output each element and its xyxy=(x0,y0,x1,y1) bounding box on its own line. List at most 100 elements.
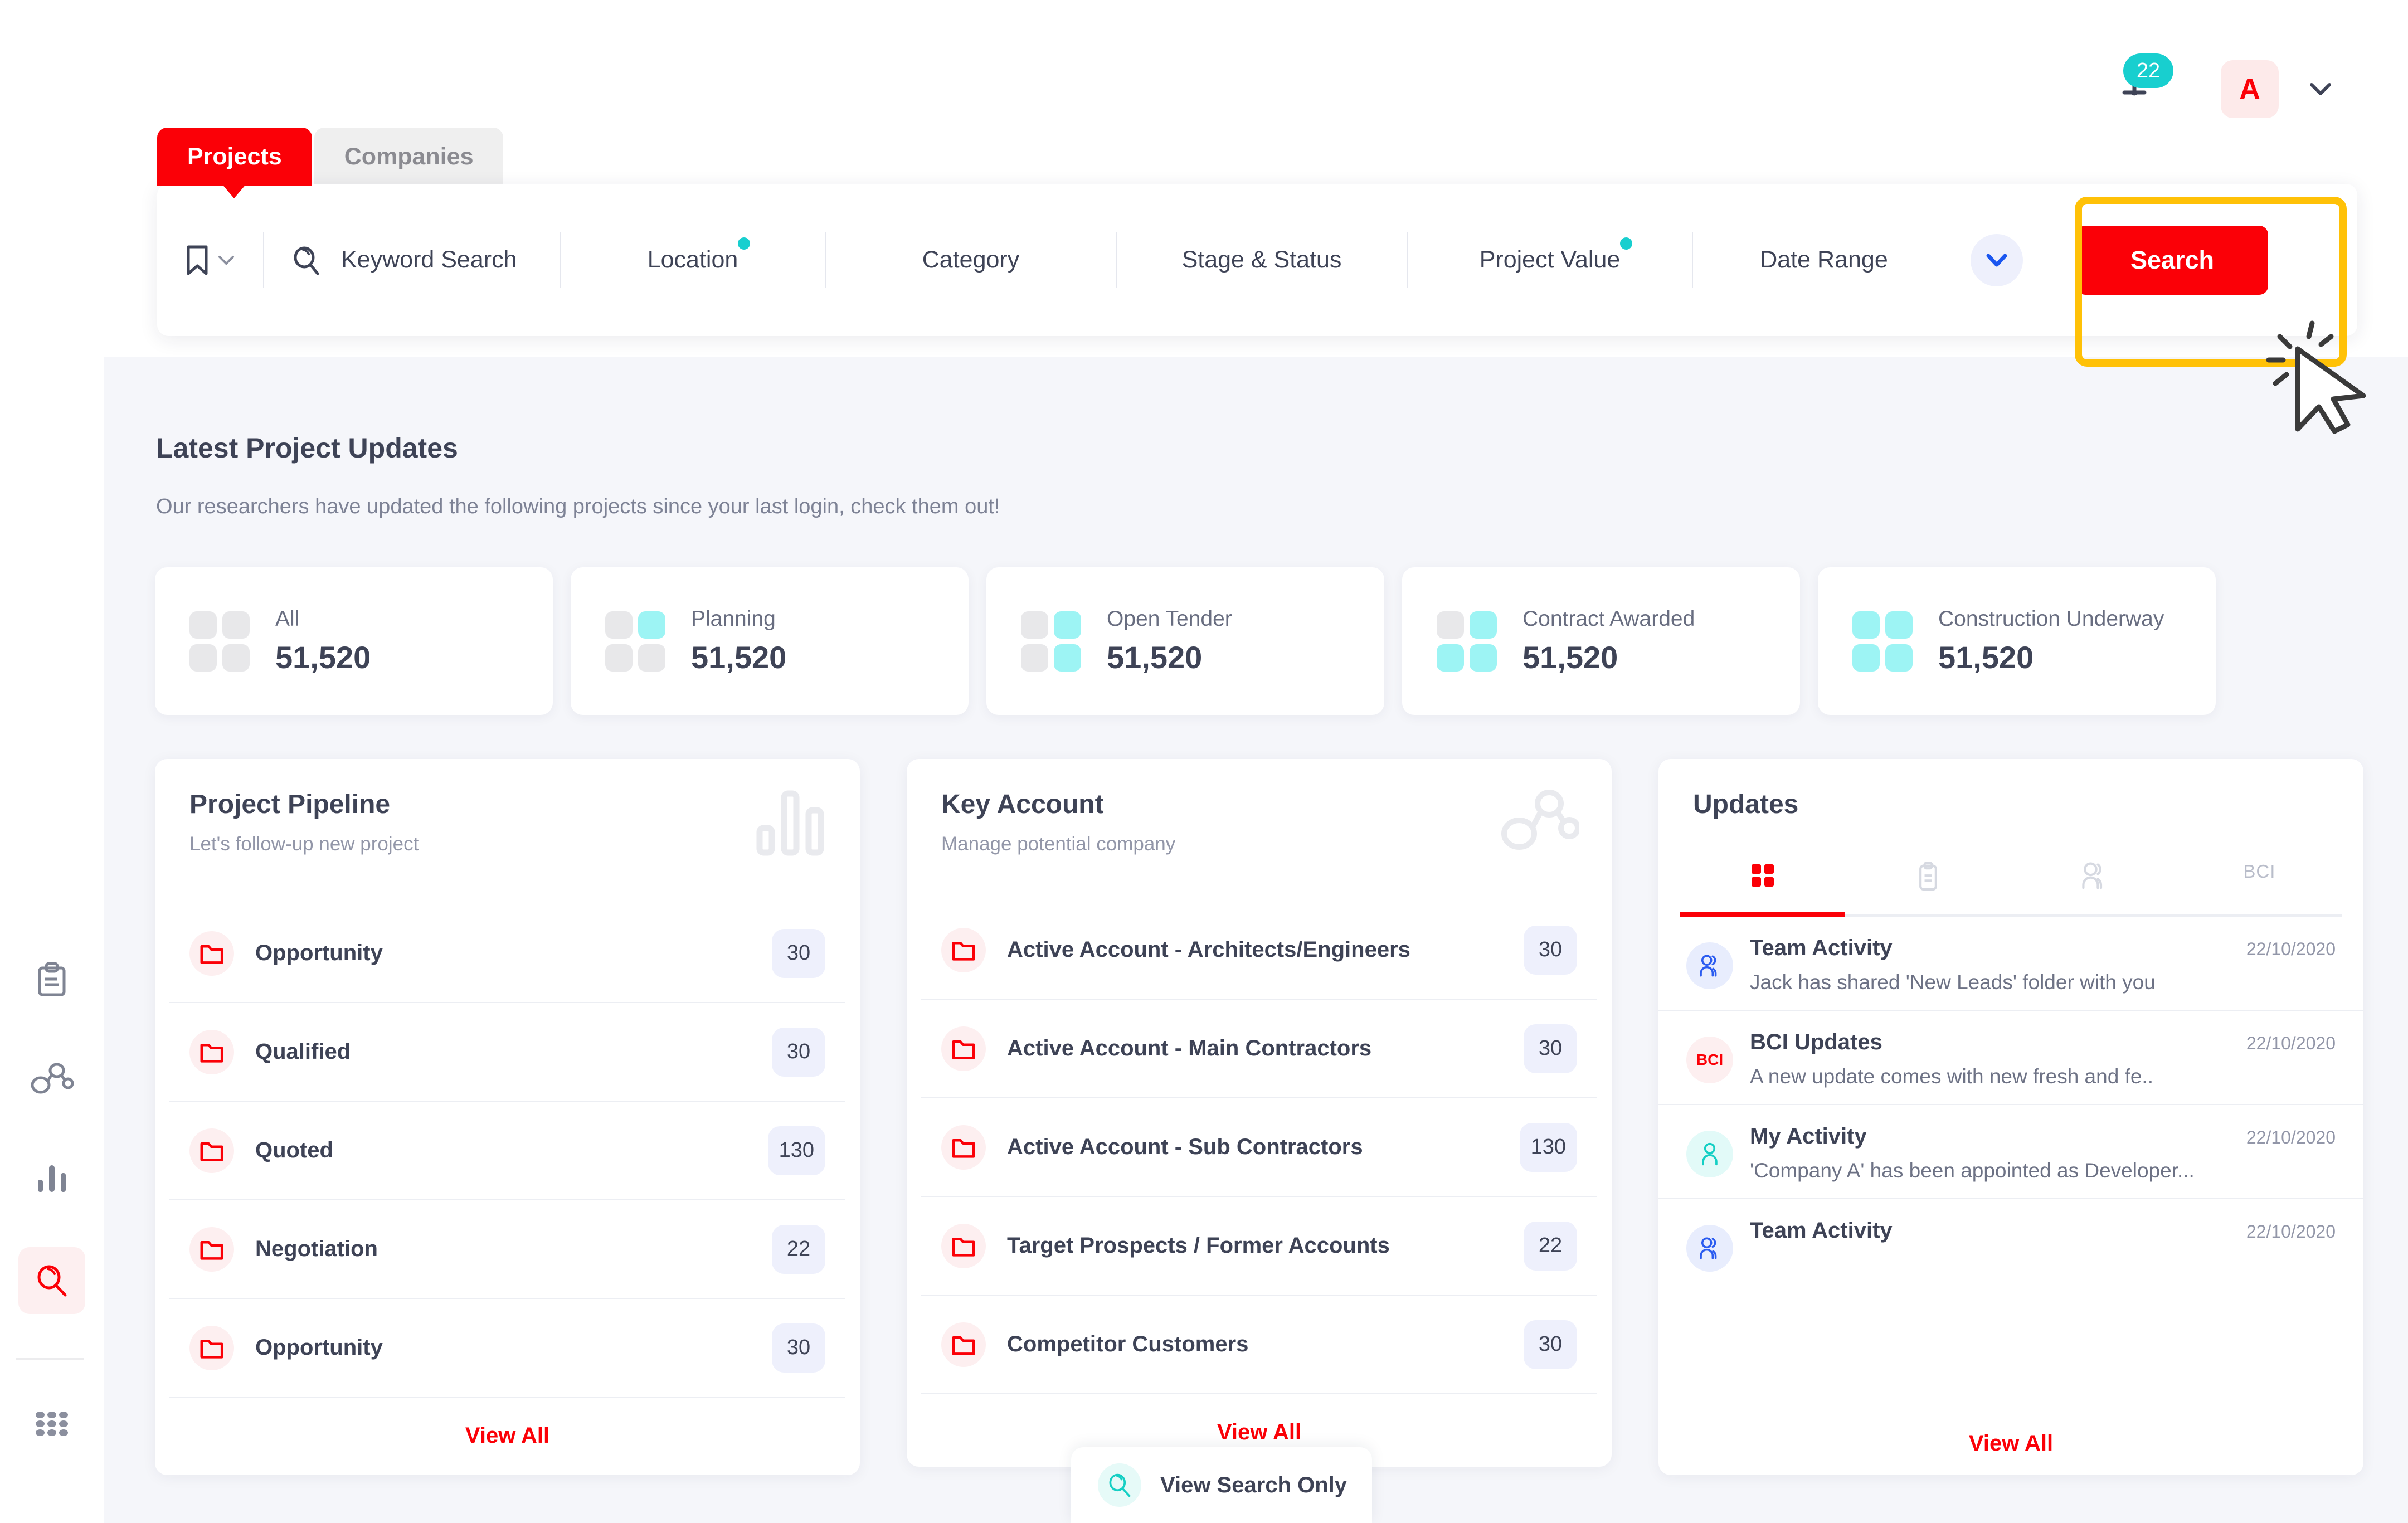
stat-card-contract-awarded[interactable]: Contract Awarded 51,520 xyxy=(1402,567,1800,715)
quad-grid-icon xyxy=(1852,611,1913,672)
pipeline-item-label: Opportunity xyxy=(255,1335,383,1360)
pipeline-view-all-link[interactable]: View All xyxy=(155,1423,860,1448)
list-item[interactable]: My Activity 22/10/2020 'Company A' has b… xyxy=(1658,1105,2363,1199)
tab-all-updates[interactable] xyxy=(1680,857,1846,917)
card-title: Updates xyxy=(1693,790,1799,819)
table-row[interactable]: Active Account - Main Contractors 30 xyxy=(921,1000,1597,1098)
stat-value: 51,520 xyxy=(1938,640,2034,675)
people-icon xyxy=(1686,942,1733,989)
quad-grid-icon xyxy=(1021,611,1081,672)
pipeline-item-count: 22 xyxy=(772,1224,825,1274)
card-title: Key Account xyxy=(941,790,1104,819)
sidebar-item-companies[interactable] xyxy=(18,1045,85,1112)
people-icon xyxy=(2082,862,2103,889)
updates-view-all-link[interactable]: View All xyxy=(1658,1431,2363,1456)
chevron-down-icon[interactable] xyxy=(2307,78,2334,100)
sidebar-item-search[interactable] xyxy=(18,1247,85,1314)
update-title: Team Activity xyxy=(1750,936,1893,960)
list-item[interactable]: BCI BCI Updates 22/10/2020 A new update … xyxy=(1658,1011,2363,1105)
saved-search-bookmark-button[interactable] xyxy=(157,184,263,336)
key-account-item-count: 30 xyxy=(1524,925,1577,975)
stat-card-all[interactable]: All 51,520 xyxy=(155,567,553,715)
pipeline-item-label: Qualified xyxy=(255,1039,351,1064)
keyword-search-field[interactable]: Keyword Search xyxy=(264,184,560,336)
updates-list: Team Activity 22/10/2020 Jack has shared… xyxy=(1658,917,2363,1287)
stat-value: 51,520 xyxy=(691,640,787,675)
key-account-item-count: 22 xyxy=(1524,1221,1577,1271)
active-filter-dot xyxy=(738,237,751,250)
network-nodes-icon xyxy=(1501,786,1580,861)
avatar[interactable]: A xyxy=(2221,60,2279,118)
pipeline-item-count: 30 xyxy=(772,928,825,978)
table-row[interactable]: Target Prospects / Former Accounts 22 xyxy=(921,1197,1597,1296)
quad-grid-icon xyxy=(1437,611,1497,672)
filter-stage-status[interactable]: Stage & Status xyxy=(1117,184,1407,336)
update-title: Team Activity xyxy=(1750,1218,1893,1243)
page-title: Latest Project Updates xyxy=(156,432,458,464)
sidebar-item-projects[interactable] xyxy=(18,947,85,1014)
folder-icon xyxy=(189,931,234,976)
search-button[interactable]: Search xyxy=(2076,225,2268,295)
people-icon xyxy=(1686,1225,1733,1272)
tab-team-updates[interactable] xyxy=(2011,857,2177,914)
folder-icon xyxy=(189,1128,234,1173)
main-tabs: Projects Companies xyxy=(157,128,504,186)
filter-project-value[interactable]: Project Value xyxy=(1408,184,1692,336)
update-desc: A new update comes with new fresh and fe… xyxy=(1750,1065,2153,1088)
stat-card-open-tender[interactable]: Open Tender 51,520 xyxy=(986,567,1384,715)
update-title: My Activity xyxy=(1750,1124,1867,1149)
view-search-only-button[interactable]: View Search Only xyxy=(1071,1447,1372,1523)
key-account-item-label: Active Account - Architects/Engineers xyxy=(1007,937,1410,962)
tab-projects[interactable]: Projects xyxy=(157,128,312,186)
stat-card-planning[interactable]: Planning 51,520 xyxy=(571,567,969,715)
bci-text-icon: BCI xyxy=(1686,1037,1733,1083)
network-nodes-icon xyxy=(31,1063,74,1094)
filter-location-label: Location xyxy=(647,246,738,273)
filter-category[interactable]: Category xyxy=(826,184,1116,336)
sidebar-item-apps[interactable] xyxy=(18,1390,85,1457)
bookmark-icon xyxy=(187,245,208,275)
table-row[interactable]: Qualified 30 xyxy=(169,1003,845,1102)
search-icon xyxy=(1098,1463,1141,1507)
table-row[interactable]: Negotiation 22 xyxy=(169,1200,845,1299)
app-root: 22 A Projects Companies Keyword Search L… xyxy=(0,0,2408,1523)
pipeline-item-count: 130 xyxy=(767,1126,825,1175)
tab-project-updates[interactable] xyxy=(1845,857,2011,914)
folder-icon xyxy=(941,927,986,972)
expand-filters-button[interactable] xyxy=(1955,184,2039,336)
table-row[interactable]: Opportunity 30 xyxy=(169,1299,845,1398)
stat-label: Construction Underway xyxy=(1938,607,2164,631)
table-row[interactable]: Competitor Customers 30 xyxy=(921,1296,1597,1394)
active-filter-dot xyxy=(1620,237,1633,250)
card-subtitle: Let's follow-up new project xyxy=(189,833,419,855)
bar-chart-icon xyxy=(755,786,828,861)
table-row[interactable]: Opportunity 30 xyxy=(169,904,845,1003)
tab-companies[interactable]: Companies xyxy=(314,128,504,186)
project-pipeline-card: Project Pipeline Let's follow-up new pro… xyxy=(155,759,860,1475)
table-row[interactable]: Active Account - Architects/Engineers 30 xyxy=(921,901,1597,1000)
sidebar-divider xyxy=(16,1358,84,1360)
folder-icon xyxy=(189,1029,234,1074)
update-desc: Jack has shared 'New Leads' folder with … xyxy=(1750,971,2156,994)
stat-card-construction-underway[interactable]: Construction Underway 51,520 xyxy=(1818,567,2216,715)
sidebar-item-analytics[interactable] xyxy=(18,1145,85,1212)
key-account-view-all-link[interactable]: View All xyxy=(907,1420,1612,1445)
view-search-only-label: View Search Only xyxy=(1160,1472,1347,1497)
bar-chart-icon xyxy=(38,1165,66,1192)
update-date: 22/10/2020 xyxy=(2246,1127,2336,1147)
list-item[interactable]: Team Activity 22/10/2020 xyxy=(1658,1199,2363,1287)
apps-grid-icon xyxy=(36,1412,68,1436)
table-row[interactable]: Quoted 130 xyxy=(169,1102,845,1200)
filter-date-range[interactable]: Date Range xyxy=(1693,184,1955,336)
key-account-card: Key Account Manage potential company Act… xyxy=(907,759,1612,1467)
table-row[interactable]: Active Account - Sub Contractors 130 xyxy=(921,1098,1597,1197)
key-account-item-label: Competitor Customers xyxy=(1007,1332,1249,1356)
list-item[interactable]: Team Activity 22/10/2020 Jack has shared… xyxy=(1658,917,2363,1011)
filter-location[interactable]: Location xyxy=(561,184,825,336)
search-icon xyxy=(294,246,319,275)
stat-value: 51,520 xyxy=(275,640,371,675)
quad-grid-icon xyxy=(189,611,250,672)
pipeline-item-label: Opportunity xyxy=(255,941,383,965)
update-title: BCI Updates xyxy=(1750,1030,1882,1054)
tab-bci-updates[interactable]: BCI xyxy=(2177,857,2342,914)
